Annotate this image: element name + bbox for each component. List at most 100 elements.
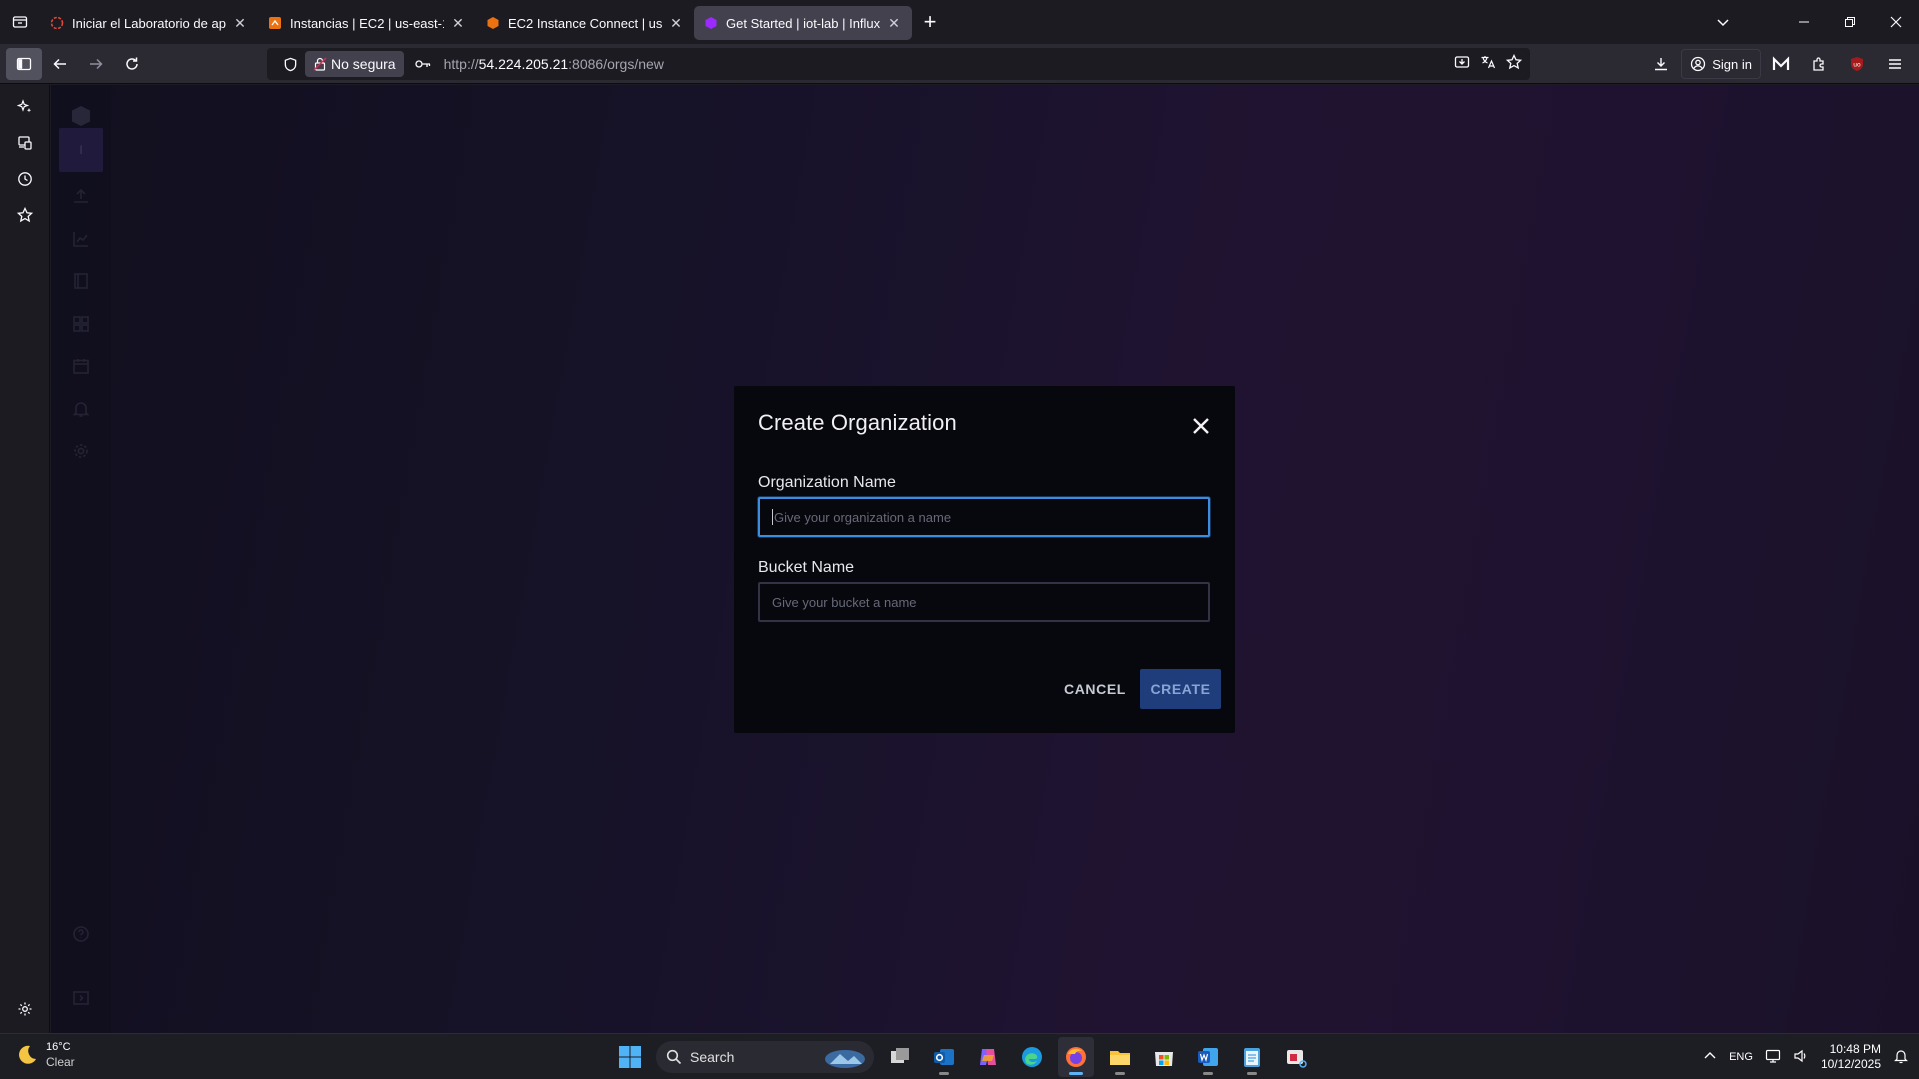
input-language[interactable]: ENG — [1729, 1051, 1753, 1063]
task-view-button[interactable] — [882, 1037, 918, 1077]
weather-widget[interactable]: 16°C Clear — [14, 1040, 75, 1070]
sidebar-toggle-button[interactable] — [6, 47, 42, 80]
puzzle-icon — [1813, 57, 1824, 71]
tab-close-icon[interactable]: ✕ — [232, 15, 248, 31]
running-indicator — [1247, 1072, 1257, 1075]
organization-name-input[interactable]: Give your organization a name — [758, 497, 1210, 537]
snipping-tool-app[interactable] — [1278, 1037, 1314, 1077]
svg-text:uo: uo — [1853, 62, 1861, 69]
browser-sidebar — [0, 85, 50, 1033]
sidebar-settings-button[interactable] — [0, 991, 50, 1027]
connection-insecure-badge[interactable]: No segura — [305, 51, 404, 77]
store-icon — [1155, 1052, 1173, 1066]
firefox-app[interactable] — [1058, 1037, 1094, 1077]
bookmark-star-icon[interactable] — [1505, 53, 1523, 75]
account-icon — [1691, 56, 1706, 72]
extensions-button[interactable] — [1801, 48, 1837, 80]
ai-chatbot-sidebar-button[interactable] — [0, 89, 50, 125]
minimize-button[interactable] — [1781, 0, 1827, 44]
m-logo-icon — [1772, 56, 1790, 70]
folder-icon — [1110, 1051, 1130, 1065]
key-icon[interactable] — [408, 58, 438, 70]
chevron-down-icon — [1717, 19, 1729, 27]
tab-title: Instancias | EC2 | us-east-1 — [290, 15, 444, 31]
organization-name-label: Organization Name — [758, 474, 896, 491]
system-tray: ENG 10:48 PM 10/12/2025 — [1703, 1034, 1919, 1079]
history-sidebar-button[interactable] — [0, 161, 50, 197]
new-tab-button[interactable]: + — [912, 4, 948, 40]
account-sign-in-button[interactable]: Sign in — [1681, 49, 1761, 79]
arrow-right-icon — [90, 58, 103, 69]
clock[interactable]: 10:48 PM 10/12/2025 — [1821, 1042, 1881, 1072]
tab-close-icon[interactable]: ✕ — [886, 15, 902, 31]
browser-tab-influxdb[interactable]: Get Started | iot-lab | InfluxDB ✕ — [694, 6, 912, 40]
tab-close-icon[interactable]: ✕ — [450, 15, 466, 31]
copilot-app[interactable] — [970, 1037, 1006, 1077]
notepad-app[interactable] — [1234, 1037, 1270, 1077]
url-text[interactable]: http://54.224.205.21:8086/orgs/new — [444, 56, 664, 72]
back-button[interactable] — [42, 48, 78, 80]
close-dialog-button[interactable] — [1189, 414, 1213, 438]
word-icon — [1198, 1048, 1218, 1066]
url-scheme: http:// — [443, 56, 479, 72]
restore-button[interactable] — [1827, 0, 1873, 44]
create-organization-dialog: Create Organization Organization Name Gi… — [734, 386, 1235, 733]
taskbar-search-box[interactable]: Search — [656, 1041, 874, 1073]
tab-title: Get Started | iot-lab | InfluxDB — [726, 15, 880, 31]
sidebar-icon — [16, 57, 32, 70]
url-host: 54.224.205.21 — [478, 56, 569, 72]
bucket-name-input[interactable]: Give your bucket a name — [758, 582, 1210, 622]
file-explorer-app[interactable] — [1102, 1037, 1138, 1077]
moon-icon — [19, 1045, 36, 1064]
browser-tab-ec2-instances[interactable]: Instancias | EC2 | us-east-1 ✕ — [258, 6, 476, 40]
star-icon — [17, 207, 33, 223]
url-bar[interactable]: No segura http://54.224.205.21:8086/orgs… — [267, 48, 1530, 80]
notifications-bell-icon[interactable] — [1893, 1048, 1909, 1067]
tab-title: Iniciar el Laboratorio de aprend — [72, 15, 226, 31]
synced-tabs-sidebar-button[interactable] — [0, 125, 50, 161]
browser-tab-ec2-connect[interactable]: EC2 Instance Connect | us-east- ✕ — [476, 6, 694, 40]
tab-close-icon[interactable]: ✕ — [668, 15, 684, 31]
windows-taskbar: 16°C Clear Search ENG 10:48 PM 10/12/202… — [0, 1033, 1919, 1079]
microsoft-store-app[interactable] — [1146, 1037, 1182, 1077]
lock-slash-icon — [313, 57, 327, 71]
devices-icon — [18, 136, 32, 150]
edge-app[interactable] — [1014, 1037, 1050, 1077]
bookmarks-sidebar-button[interactable] — [0, 197, 50, 233]
save-to-pocket-icon[interactable] — [1454, 54, 1470, 75]
browser-tab-lab[interactable]: Iniciar el Laboratorio de aprend ✕ — [40, 6, 258, 40]
close-icon — [1890, 16, 1902, 28]
translate-icon[interactable] — [1480, 54, 1496, 75]
ublock-extension-button[interactable]: uo — [1839, 48, 1875, 80]
taskbar-apps: Search — [612, 1034, 1314, 1079]
outlook-app[interactable] — [926, 1037, 962, 1077]
task-view-icon — [891, 1048, 909, 1063]
edge-icon — [1022, 1047, 1042, 1067]
snipping-icon — [1287, 1050, 1307, 1068]
close-window-button[interactable] — [1873, 0, 1919, 44]
bucket-name-placeholder: Give your bucket a name — [772, 594, 917, 610]
vpn-extension-button[interactable] — [1763, 48, 1799, 80]
show-hidden-icons-button[interactable] — [1703, 1049, 1717, 1066]
create-button[interactable]: CREATE — [1140, 669, 1221, 709]
tracking-protection-shield-icon[interactable] — [275, 57, 305, 72]
list-all-tabs-button[interactable] — [1703, 0, 1743, 44]
security-label: No segura — [331, 56, 396, 72]
navigation-toolbar: No segura http://54.224.205.21:8086/orgs… — [0, 44, 1919, 84]
tab-list-button[interactable] — [0, 0, 40, 44]
word-app[interactable] — [1190, 1037, 1226, 1077]
toolbar-right: Sign in uo — [1643, 44, 1919, 84]
forward-button[interactable] — [78, 48, 114, 80]
network-icon[interactable] — [1765, 1048, 1781, 1067]
influxdb-app: I Create Organization Organization Name … — [51, 85, 1919, 1033]
start-button[interactable] — [612, 1037, 648, 1077]
notepad-icon — [1244, 1048, 1260, 1067]
reload-button[interactable] — [114, 48, 150, 80]
volume-icon[interactable] — [1793, 1048, 1809, 1067]
search-highlight-icon — [825, 1050, 865, 1068]
running-indicator — [1115, 1072, 1125, 1075]
hamburger-menu-icon — [1889, 59, 1901, 69]
cancel-button[interactable]: CANCEL — [1054, 669, 1136, 709]
app-menu-button[interactable] — [1877, 48, 1913, 80]
downloads-button[interactable] — [1643, 48, 1679, 80]
